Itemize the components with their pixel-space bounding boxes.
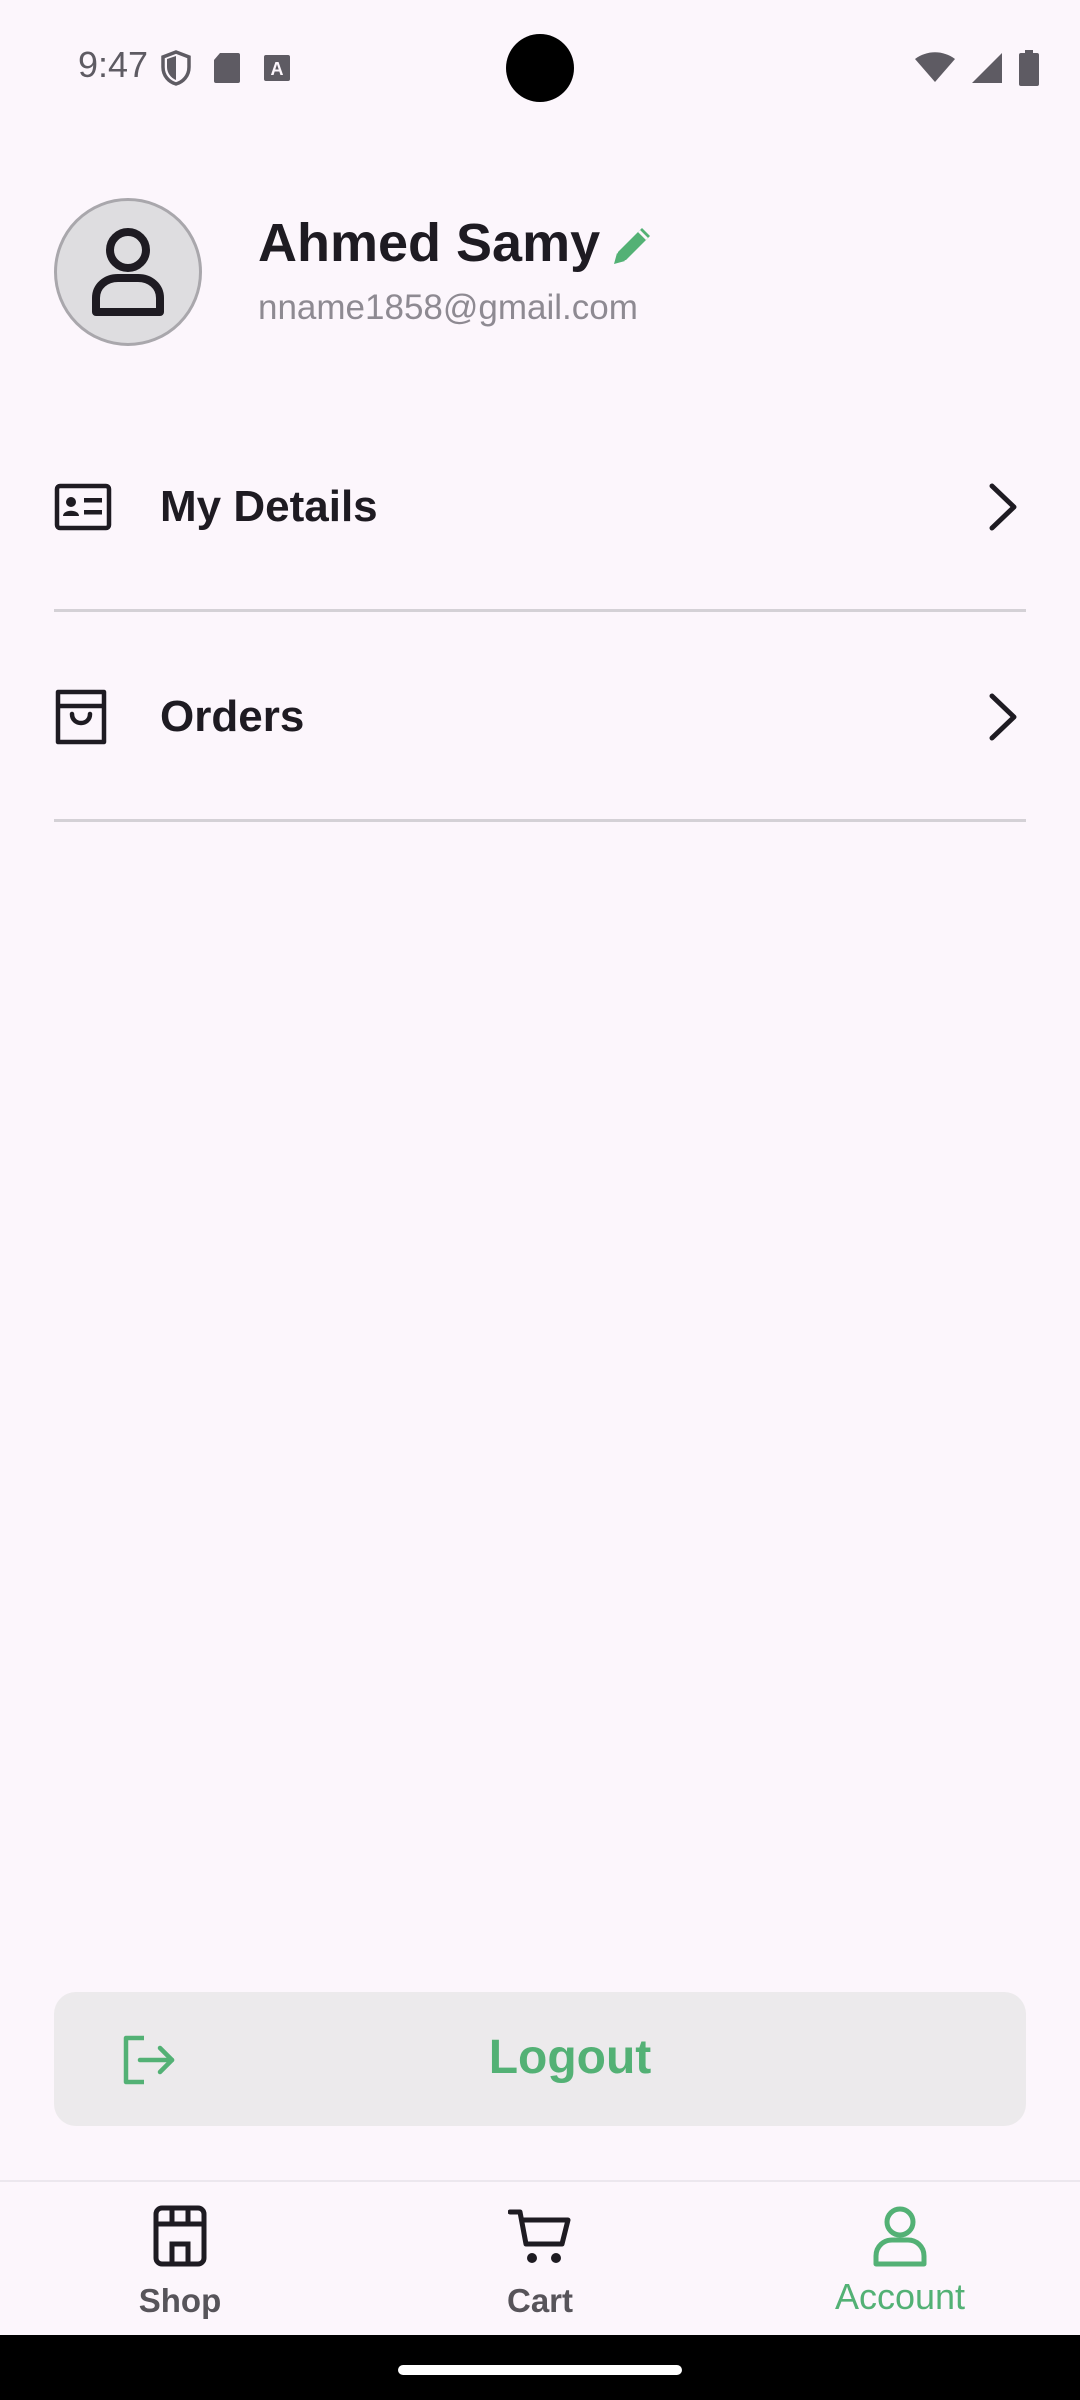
camera-cutout: [506, 34, 574, 102]
avatar[interactable]: [54, 198, 202, 346]
status-icons-right: [914, 50, 1040, 86]
wifi-icon: [915, 52, 955, 82]
store-icon: [153, 2205, 207, 2267]
user-email: nname1858@gmail.com: [258, 288, 638, 327]
account-icon: [873, 2206, 927, 2267]
battery-icon: [1019, 50, 1039, 86]
svg-text:A: A: [271, 59, 284, 79]
nav-item-cart[interactable]: Cart: [360, 2182, 720, 2337]
logout-button[interactable]: Logout: [54, 1992, 1026, 2126]
system-nav-bar: [0, 2335, 1080, 2400]
menu-item-label: Orders: [160, 692, 305, 741]
bottom-nav: Shop Cart Account: [0, 2180, 1080, 2337]
nav-label: Account: [834, 2276, 966, 2317]
status-icons-left: A: [160, 50, 292, 86]
menu-item-my-details[interactable]: My Details: [54, 404, 1026, 612]
edit-profile-button[interactable]: [608, 220, 658, 270]
menu-item-orders[interactable]: Orders: [54, 614, 1026, 822]
status-bar: 9:47 A: [0, 0, 1080, 130]
id-card-icon: [54, 483, 112, 531]
nav-label: Shop: [138, 2282, 222, 2319]
logout-label: Logout: [488, 2031, 652, 2084]
chevron-right-icon: [989, 483, 1017, 531]
home-handle[interactable]: [398, 2365, 682, 2375]
user-icon: [92, 228, 164, 316]
profile-header: Ahmed Samy nname1858@gmail.com: [54, 198, 1034, 350]
user-name: Ahmed Samy: [258, 213, 601, 273]
shopping-bag-icon: [55, 689, 107, 745]
sd-card-icon: [214, 53, 240, 83]
status-time: 9:47: [78, 44, 149, 85]
menu-item-label: My Details: [160, 482, 378, 531]
cart-icon: [508, 2209, 571, 2263]
cellular-signal-icon: [972, 53, 1002, 83]
shield-icon: [161, 50, 191, 86]
nav-item-shop[interactable]: Shop: [0, 2182, 360, 2337]
text-format-icon: A: [264, 55, 290, 81]
pencil-icon: [614, 228, 650, 264]
chevron-right-icon: [989, 693, 1017, 741]
nav-label: Cart: [506, 2282, 574, 2319]
nav-item-account[interactable]: Account: [720, 2182, 1080, 2337]
